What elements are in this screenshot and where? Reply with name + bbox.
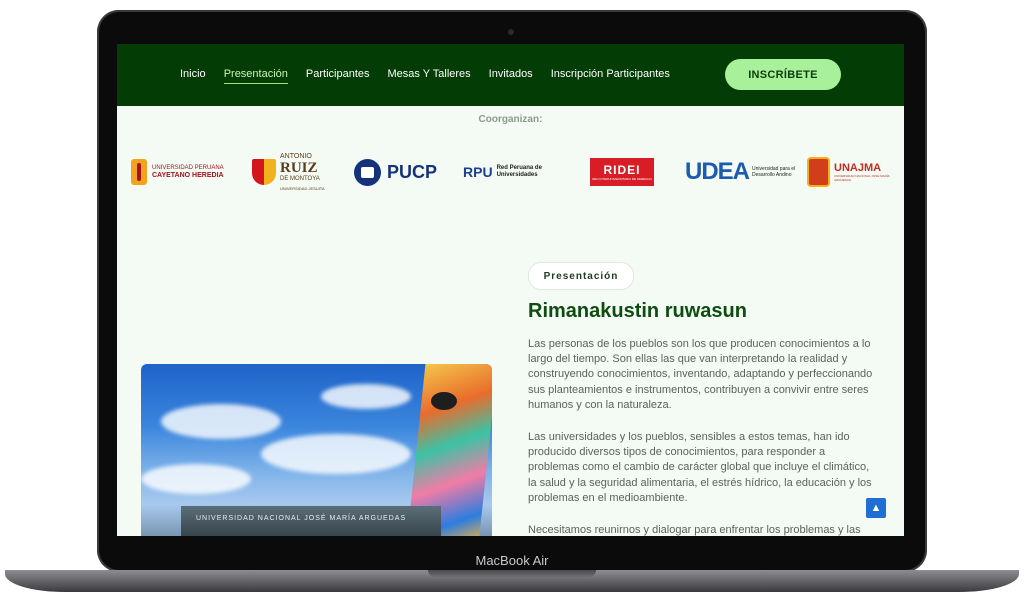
laptop-notch: [428, 570, 596, 577]
paragraph-1: Las personas de los pueblos son los que …: [528, 338, 873, 411]
section-tag: Presentación: [528, 262, 634, 290]
unajma-text: UNAJMA: [834, 162, 882, 174]
nav-inicio[interactable]: Inicio: [180, 68, 206, 84]
inscribete-button[interactable]: INSCRÍBETE: [725, 59, 841, 90]
udea-text: UDEA: [685, 158, 750, 185]
camera-icon: [508, 29, 514, 35]
nav-mesas-talleres[interactable]: Mesas Y Talleres: [388, 68, 471, 84]
paragraph-2: Las universidades y los pueblos, sensibl…: [528, 431, 872, 504]
rpu-line2: Universidades: [496, 172, 538, 178]
rpu-line1: Red Peruana de: [496, 165, 542, 171]
section-title: Rimanakustin ruwasun: [528, 300, 747, 322]
nav-presentacion[interactable]: Presentación: [223, 68, 288, 84]
ruiz-line2: RUIZ: [280, 159, 318, 176]
logo-unajma[interactable]: UNAJMA UNIVERSIDAD NACIONAL JOSÉ MARÍA A…: [807, 154, 897, 190]
cayetano-emblem-icon: [131, 159, 147, 185]
campus-photo: UNIVERSIDAD NACIONAL JOSÉ MARÍA ARGUEDAS: [141, 364, 492, 536]
coorganizan-title: Coorganizan:: [478, 114, 543, 125]
device-label: MacBook Air: [475, 553, 549, 568]
browser-viewport: Inicio Presentación Participantes Mesas …: [117, 44, 904, 536]
nav-inscripcion[interactable]: Inscripción Participantes: [551, 68, 670, 84]
ruiz-line4: UNIVERSIDAD JESUITA: [280, 185, 325, 191]
logo-rpu[interactable]: RPU Red Peruana de Universidades: [463, 154, 542, 190]
logo-cayetano-heredia[interactable]: UNIVERSIDAD PERUANA CAYETANO HEREDIA: [131, 154, 224, 190]
ruiz-shield-icon: [252, 159, 276, 185]
paragraph-3: Necesitamos reunirnos y dialogar para en…: [528, 524, 861, 536]
unajma-sub: UNIVERSIDAD NACIONAL JOSÉ MARÍA ARGUEDAS: [834, 174, 890, 182]
ridei-sub: RED INTERUNIVERSITARIA DE DERECHO: [592, 177, 652, 181]
chevron-up-icon: ▲: [870, 502, 882, 514]
unajma-seal-icon: [807, 157, 831, 187]
rpu-abbr: RPU: [463, 164, 493, 180]
main-nav: Inicio Presentación Participantes Mesas …: [180, 68, 670, 84]
logo-udea[interactable]: UDEA Universidad para el Desarrollo Andi…: [685, 154, 795, 190]
nav-invitados[interactable]: Invitados: [489, 68, 533, 84]
logo-pucp[interactable]: PUCP: [354, 154, 437, 190]
udea-line2: Desarrollo Andino: [752, 172, 792, 178]
building-sign: UNIVERSIDAD NACIONAL JOSÉ MARÍA ARGUEDAS: [196, 515, 407, 522]
logo-ruiz-montoya[interactable]: ANTONIO RUIZ DE MONTOYA UNIVERSIDAD JESU…: [252, 153, 325, 191]
mural-figure: [431, 392, 457, 410]
pucp-text: PUCP: [387, 161, 438, 182]
nav-participantes[interactable]: Participantes: [306, 68, 370, 84]
ruiz-line3: DE MONTOYA: [280, 175, 320, 182]
sponsor-logos: UNIVERSIDAD PERUANA CAYETANO HEREDIA ANT…: [127, 153, 897, 191]
site-header: Inicio Presentación Participantes Mesas …: [117, 44, 904, 106]
cayetano-line1: UNIVERSIDAD PERUANA: [152, 165, 224, 171]
ridei-badge: RIDEI RED INTERUNIVERSITARIA DE DERECHO: [590, 158, 654, 186]
logo-ridei[interactable]: RIDEI RED INTERUNIVERSITARIA DE DERECHO: [590, 154, 654, 190]
pucp-emblem-icon: [354, 158, 381, 186]
cayetano-line2: CAYETANO HEREDIA: [152, 172, 224, 179]
scroll-top-button[interactable]: ▲: [866, 498, 886, 518]
ridei-text: RIDEI: [603, 163, 641, 177]
